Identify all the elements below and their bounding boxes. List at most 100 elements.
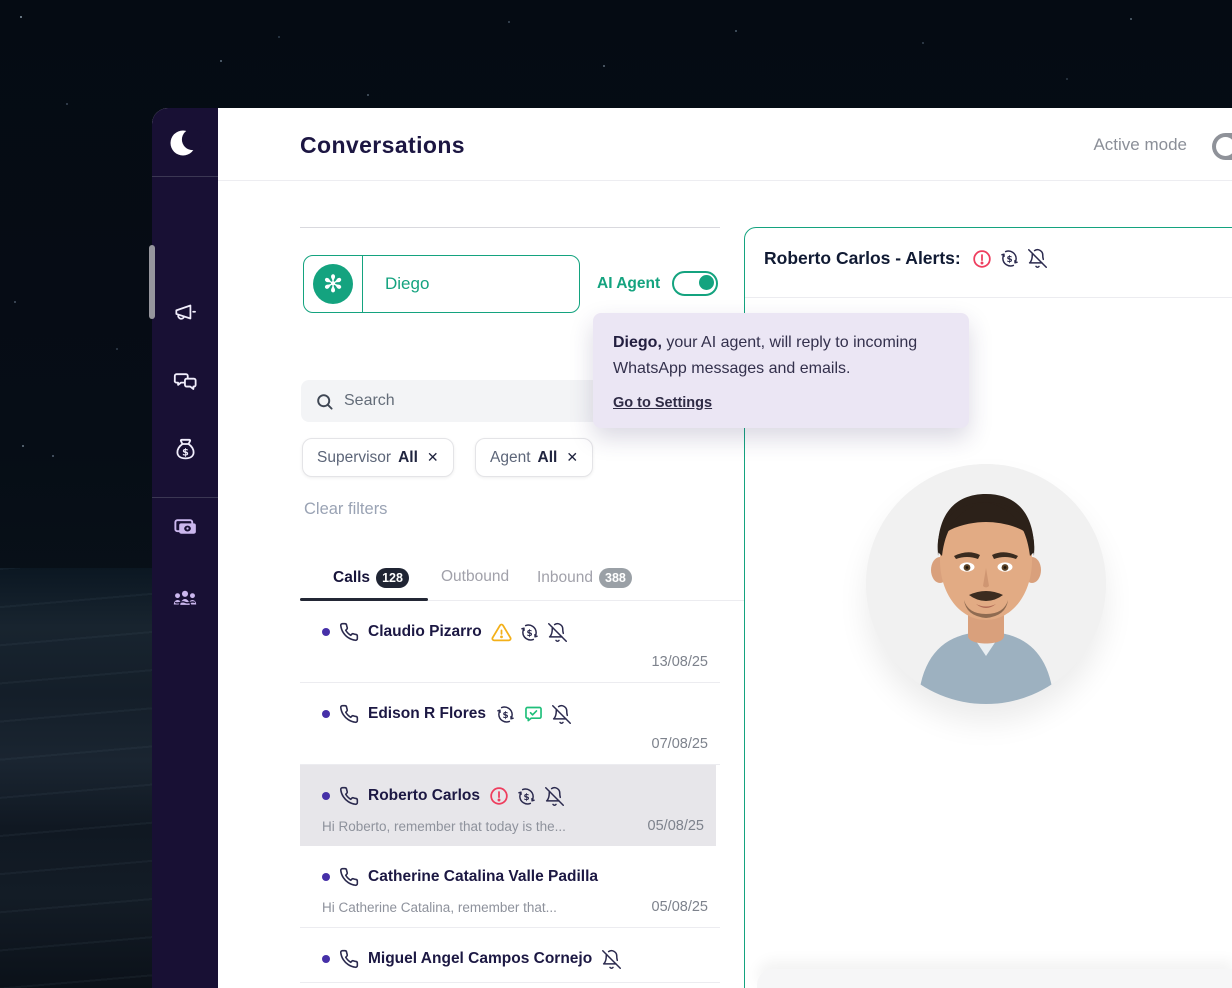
- phone-icon: [339, 704, 359, 724]
- bell-off-icon: [601, 949, 622, 970]
- money-sync-icon: $: [999, 248, 1020, 269]
- toggle-knob: [699, 275, 714, 290]
- conversation-list-item[interactable]: Claudio Pizarro $ 13/08/25: [300, 601, 720, 683]
- svg-text:$: $: [523, 792, 529, 802]
- active-tab-underline: [300, 598, 428, 601]
- megaphone-icon: [172, 299, 198, 325]
- window-edge-scrollbar[interactable]: [149, 245, 155, 319]
- bell-off-icon: [547, 622, 568, 643]
- phone-icon: [339, 949, 359, 969]
- contact-name: Claudio Pizarro: [368, 623, 482, 640]
- conversation-list-item[interactable]: Roberto Carlos $ Hi Roberto, remember th…: [300, 765, 716, 846]
- app-logo: [152, 122, 218, 164]
- warning-triangle-icon: [491, 622, 512, 643]
- money-sync-icon: $: [519, 622, 540, 643]
- filter-chip-supervisor[interactable]: Supervisor All ✕: [302, 438, 454, 477]
- status-icons: $: [489, 786, 565, 807]
- openai-logo-icon: ✻: [313, 264, 353, 304]
- conversation-list: Claudio Pizarro $ 13/08/25 Edison R Flor…: [300, 601, 720, 988]
- sidebar-divider: [152, 176, 218, 177]
- ai-agent-toggle-label: AI Agent: [597, 275, 661, 292]
- app-window: $ Conversations Active mode ✻ Diego AI A…: [149, 108, 1232, 988]
- toggle-knob: [1216, 137, 1232, 156]
- contact-name: Roberto Carlos: [368, 787, 480, 804]
- ai-agent-card[interactable]: ✻ Diego: [303, 255, 580, 313]
- status-icons: $: [491, 622, 568, 643]
- stars-decoration: [20, 16, 22, 18]
- status-icons: [601, 949, 622, 970]
- page-title: Conversations: [300, 132, 465, 158]
- money-sync-icon: $: [495, 704, 516, 725]
- unread-dot-icon: [322, 710, 330, 718]
- conversation-list-item[interactable]: Catherine Catalina Valle Padilla Hi Cath…: [300, 846, 720, 928]
- contact-name: Catherine Catalina Valle Padilla: [368, 868, 599, 885]
- conversation-date: 07/08/25: [651, 736, 708, 752]
- alert-circle-icon: [489, 786, 509, 806]
- phone-icon: [339, 867, 359, 887]
- contact-name: Edison R Flores: [368, 705, 486, 722]
- team-icon: [171, 584, 199, 612]
- ai-agent-tooltip: Diego, your AI agent, will reply to inco…: [593, 313, 969, 428]
- tab-calls[interactable]: Calls 128: [333, 568, 409, 588]
- search-input[interactable]: [344, 392, 564, 410]
- conversation-date: 05/08/25: [647, 818, 704, 834]
- banknote-icon: [172, 513, 199, 540]
- list-top-divider: [300, 227, 720, 228]
- message-preview: Hi Roberto, remember that today is the..…: [322, 818, 566, 834]
- phone-icon: [339, 622, 359, 642]
- sidebar: $: [152, 108, 218, 988]
- svg-text:$: $: [526, 628, 532, 638]
- sidebar-item-collections[interactable]: $: [152, 428, 218, 472]
- tab-label: Outbound: [441, 568, 510, 585]
- clear-filters-link[interactable]: Clear filters: [304, 500, 387, 519]
- alert-circle-icon: [972, 249, 992, 269]
- tab-count-badge: 388: [599, 568, 632, 588]
- money-sync-icon: $: [516, 786, 537, 807]
- conversation-list-item[interactable]: Miguel Angel Campos Cornejo: [300, 928, 720, 983]
- money-bag-icon: $: [172, 437, 199, 464]
- conversation-tabs: Calls 128 Outbound Inbound 388: [300, 568, 780, 601]
- phone-icon: [339, 786, 359, 806]
- sidebar-item-team[interactable]: [152, 576, 218, 620]
- sidebar-divider: [152, 497, 218, 498]
- screen: $ Conversations Active mode ✻ Diego AI A…: [0, 0, 1232, 988]
- message-composer-area[interactable]: [757, 969, 1232, 988]
- remove-filter-icon[interactable]: ✕: [427, 449, 439, 466]
- moon-logo-icon: [168, 126, 202, 160]
- go-to-settings-link[interactable]: Go to Settings: [613, 395, 712, 411]
- tab-count-badge: 128: [376, 568, 409, 588]
- sidebar-item-campaigns[interactable]: [152, 290, 218, 334]
- svg-text:$: $: [502, 710, 508, 720]
- header-divider: [218, 180, 1232, 181]
- ai-agent-toggle[interactable]: [672, 271, 718, 296]
- tab-inbound[interactable]: Inbound 388: [537, 568, 632, 588]
- unread-dot-icon: [322, 873, 330, 881]
- chat-bubbles-icon: [172, 368, 199, 395]
- conversation-date: 05/08/25: [651, 899, 708, 915]
- conversation-list-item[interactable]: Edison R Flores $ 07/08/25: [300, 683, 720, 765]
- active-mode-toggle[interactable]: [1212, 133, 1232, 160]
- contact-avatar: [866, 464, 1106, 704]
- unread-dot-icon: [322, 628, 330, 636]
- sidebar-item-conversations[interactable]: [152, 359, 218, 403]
- agent-logo-cell: ✻: [304, 256, 363, 312]
- bell-off-icon: [1027, 248, 1048, 269]
- unread-dot-icon: [322, 792, 330, 800]
- message-preview: Hi Catherine Catalina, remember that...: [322, 899, 557, 915]
- chip-label: Agent: [490, 448, 531, 466]
- contact-name: Miguel Angel Campos Cornejo: [368, 950, 593, 967]
- agent-name: Diego: [385, 274, 430, 293]
- svg-text:$: $: [1006, 255, 1012, 265]
- main-content: Conversations Active mode ✻ Diego AI Age…: [218, 108, 1232, 988]
- tooltip-text: Diego, your AI agent, will reply to inco…: [613, 330, 949, 382]
- sidebar-item-payments[interactable]: [152, 504, 218, 548]
- tab-outbound[interactable]: Outbound: [441, 568, 509, 586]
- filter-chip-agent[interactable]: Agent All ✕: [475, 438, 594, 477]
- tooltip-agent-name: Diego,: [613, 334, 662, 351]
- status-icons: $: [495, 704, 572, 725]
- remove-filter-icon[interactable]: ✕: [566, 449, 578, 466]
- detail-title: Roberto Carlos - Alerts:: [764, 248, 961, 268]
- ocean-decoration: [0, 568, 152, 988]
- chat-check-icon: [523, 704, 544, 725]
- chip-value: All: [537, 448, 558, 466]
